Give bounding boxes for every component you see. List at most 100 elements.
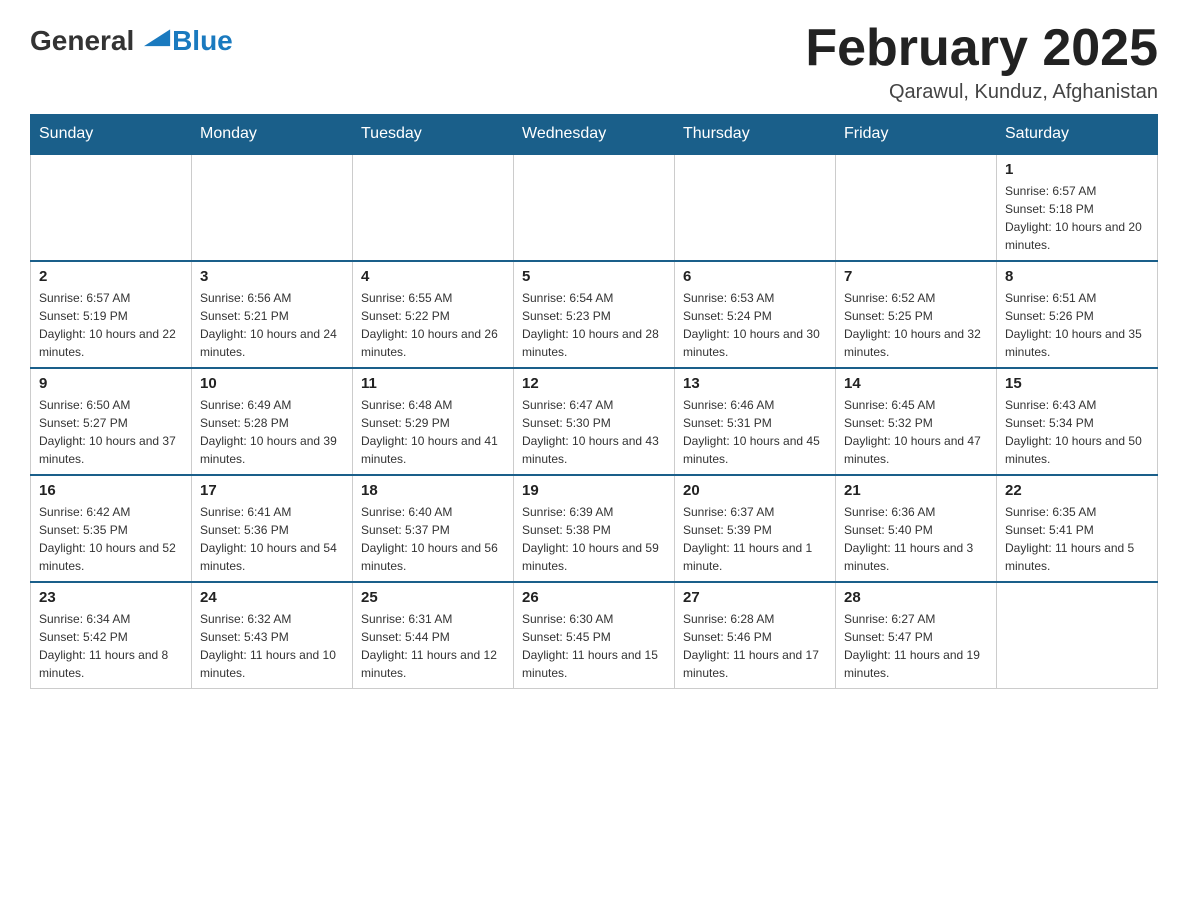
calendar-cell: 1 Sunrise: 6:57 AMSunset: 5:18 PMDaylight… <box>997 154 1158 261</box>
location-subtitle: Qarawul, Kunduz, Afghanistan <box>805 81 1158 104</box>
month-title: February 2025 <box>805 20 1158 77</box>
day-number: 12 <box>522 375 666 392</box>
calendar-cell: 6 Sunrise: 6:53 AMSunset: 5:24 PMDaylight… <box>675 261 836 368</box>
day-info: Sunrise: 6:49 AMSunset: 5:28 PMDaylight:… <box>200 396 344 468</box>
calendar-cell: 12 Sunrise: 6:47 AMSunset: 5:30 PMDayligh… <box>514 368 675 475</box>
calendar-cell: 20 Sunrise: 6:37 AMSunset: 5:39 PMDayligh… <box>675 475 836 582</box>
day-info: Sunrise: 6:35 AMSunset: 5:41 PMDaylight:… <box>1005 503 1149 575</box>
day-number: 3 <box>200 268 344 285</box>
day-number: 2 <box>39 268 183 285</box>
calendar-cell: 16 Sunrise: 6:42 AMSunset: 5:35 PMDayligh… <box>31 475 192 582</box>
calendar-cell <box>353 154 514 261</box>
calendar-cell <box>192 154 353 261</box>
day-info: Sunrise: 6:55 AMSunset: 5:22 PMDaylight:… <box>361 289 505 361</box>
day-number: 19 <box>522 482 666 499</box>
title-block: February 2025 Qarawul, Kunduz, Afghanist… <box>805 20 1158 104</box>
day-number: 27 <box>683 589 827 606</box>
day-number: 7 <box>844 268 988 285</box>
day-number: 23 <box>39 589 183 606</box>
day-info: Sunrise: 6:47 AMSunset: 5:30 PMDaylight:… <box>522 396 666 468</box>
day-number: 20 <box>683 482 827 499</box>
day-info: Sunrise: 6:39 AMSunset: 5:38 PMDaylight:… <box>522 503 666 575</box>
calendar-cell <box>997 582 1158 689</box>
calendar-cell: 5 Sunrise: 6:54 AMSunset: 5:23 PMDaylight… <box>514 261 675 368</box>
weekday-header-monday: Monday <box>192 115 353 155</box>
day-info: Sunrise: 6:45 AMSunset: 5:32 PMDaylight:… <box>844 396 988 468</box>
calendar-cell: 23 Sunrise: 6:34 AMSunset: 5:42 PMDayligh… <box>31 582 192 689</box>
calendar-cell: 26 Sunrise: 6:30 AMSunset: 5:45 PMDayligh… <box>514 582 675 689</box>
logo-general-text: General <box>30 20 172 57</box>
day-number: 4 <box>361 268 505 285</box>
day-number: 26 <box>522 589 666 606</box>
calendar-cell: 15Sunrise: 6:43 AMSunset: 5:34 PMDayligh… <box>997 368 1158 475</box>
day-info: Sunrise: 6:57 AMSunset: 5:19 PMDaylight:… <box>39 289 183 361</box>
day-number: 18 <box>361 482 505 499</box>
calendar-table: SundayMondayTuesdayWednesdayThursdayFrid… <box>30 114 1158 689</box>
day-info: Sunrise: 6:52 AMSunset: 5:25 PMDaylight:… <box>844 289 988 361</box>
weekday-header-friday: Friday <box>836 115 997 155</box>
day-number: 6 <box>683 268 827 285</box>
calendar-cell: 17Sunrise: 6:41 AMSunset: 5:36 PMDayligh… <box>192 475 353 582</box>
day-number: 25 <box>361 589 505 606</box>
day-number: 8 <box>1005 268 1149 285</box>
calendar-cell: 13 Sunrise: 6:46 AMSunset: 5:31 PMDayligh… <box>675 368 836 475</box>
day-number: 21 <box>844 482 988 499</box>
day-info: Sunrise: 6:30 AMSunset: 5:45 PMDaylight:… <box>522 610 666 682</box>
day-info: Sunrise: 6:32 AMSunset: 5:43 PMDaylight:… <box>200 610 344 682</box>
calendar-cell: 3 Sunrise: 6:56 AMSunset: 5:21 PMDaylight… <box>192 261 353 368</box>
calendar-cell: 28Sunrise: 6:27 AMSunset: 5:47 PMDayligh… <box>836 582 997 689</box>
calendar-cell: 25 Sunrise: 6:31 AMSunset: 5:44 PMDayligh… <box>353 582 514 689</box>
calendar-cell: 7 Sunrise: 6:52 AMSunset: 5:25 PMDaylight… <box>836 261 997 368</box>
day-info: Sunrise: 6:37 AMSunset: 5:39 PMDaylight:… <box>683 503 827 575</box>
weekday-header-thursday: Thursday <box>675 115 836 155</box>
calendar-cell <box>514 154 675 261</box>
day-info: Sunrise: 6:46 AMSunset: 5:31 PMDaylight:… <box>683 396 827 468</box>
day-number: 16 <box>39 482 183 499</box>
day-info: Sunrise: 6:53 AMSunset: 5:24 PMDaylight:… <box>683 289 827 361</box>
day-info: Sunrise: 6:57 AMSunset: 5:18 PMDaylight:… <box>1005 182 1149 254</box>
day-number: 10 <box>200 375 344 392</box>
day-number: 24 <box>200 589 344 606</box>
calendar-cell: 8 Sunrise: 6:51 AMSunset: 5:26 PMDaylight… <box>997 261 1158 368</box>
day-info: Sunrise: 6:56 AMSunset: 5:21 PMDaylight:… <box>200 289 344 361</box>
calendar-cell: 2 Sunrise: 6:57 AMSunset: 5:19 PMDaylight… <box>31 261 192 368</box>
logo-blue-text: Blue <box>172 25 233 57</box>
calendar-cell: 21Sunrise: 6:36 AMSunset: 5:40 PMDayligh… <box>836 475 997 582</box>
day-number: 5 <box>522 268 666 285</box>
calendar-cell: 18 Sunrise: 6:40 AMSunset: 5:37 PMDayligh… <box>353 475 514 582</box>
calendar-cell: 24 Sunrise: 6:32 AMSunset: 5:43 PMDayligh… <box>192 582 353 689</box>
week-row-3: 9Sunrise: 6:50 AMSunset: 5:27 PMDaylight… <box>31 368 1158 475</box>
logo-icon <box>144 20 172 48</box>
weekday-header-sunday: Sunday <box>31 115 192 155</box>
calendar-cell: 4 Sunrise: 6:55 AMSunset: 5:22 PMDaylight… <box>353 261 514 368</box>
calendar-cell <box>836 154 997 261</box>
calendar-cell <box>675 154 836 261</box>
day-info: Sunrise: 6:34 AMSunset: 5:42 PMDaylight:… <box>39 610 183 682</box>
weekday-header-saturday: Saturday <box>997 115 1158 155</box>
day-number: 1 <box>1005 161 1149 178</box>
weekday-header-tuesday: Tuesday <box>353 115 514 155</box>
page-header: General Blue February 2025 Qarawul, Kund… <box>30 20 1158 104</box>
calendar-cell: 9Sunrise: 6:50 AMSunset: 5:27 PMDaylight… <box>31 368 192 475</box>
day-info: Sunrise: 6:31 AMSunset: 5:44 PMDaylight:… <box>361 610 505 682</box>
calendar-cell: 19 Sunrise: 6:39 AMSunset: 5:38 PMDayligh… <box>514 475 675 582</box>
week-row-4: 16 Sunrise: 6:42 AMSunset: 5:35 PMDayligh… <box>31 475 1158 582</box>
logo: General Blue <box>30 20 233 57</box>
day-info: Sunrise: 6:28 AMSunset: 5:46 PMDaylight:… <box>683 610 827 682</box>
calendar-cell: 14 Sunrise: 6:45 AMSunset: 5:32 PMDayligh… <box>836 368 997 475</box>
day-info: Sunrise: 6:50 AMSunset: 5:27 PMDaylight:… <box>39 396 183 468</box>
day-info: Sunrise: 6:43 AMSunset: 5:34 PMDaylight:… <box>1005 396 1149 468</box>
day-number: 13 <box>683 375 827 392</box>
day-info: Sunrise: 6:42 AMSunset: 5:35 PMDaylight:… <box>39 503 183 575</box>
day-info: Sunrise: 6:41 AMSunset: 5:36 PMDaylight:… <box>200 503 344 575</box>
weekday-header-row: SundayMondayTuesdayWednesdayThursdayFrid… <box>31 115 1158 155</box>
weekday-header-wednesday: Wednesday <box>514 115 675 155</box>
day-info: Sunrise: 6:51 AMSunset: 5:26 PMDaylight:… <box>1005 289 1149 361</box>
logo-general-label: General <box>30 25 134 56</box>
week-row-1: 1 Sunrise: 6:57 AMSunset: 5:18 PMDaylight… <box>31 154 1158 261</box>
day-info: Sunrise: 6:54 AMSunset: 5:23 PMDaylight:… <box>522 289 666 361</box>
day-info: Sunrise: 6:40 AMSunset: 5:37 PMDaylight:… <box>361 503 505 575</box>
day-number: 14 <box>844 375 988 392</box>
calendar-cell <box>31 154 192 261</box>
calendar-cell: 10 Sunrise: 6:49 AMSunset: 5:28 PMDayligh… <box>192 368 353 475</box>
